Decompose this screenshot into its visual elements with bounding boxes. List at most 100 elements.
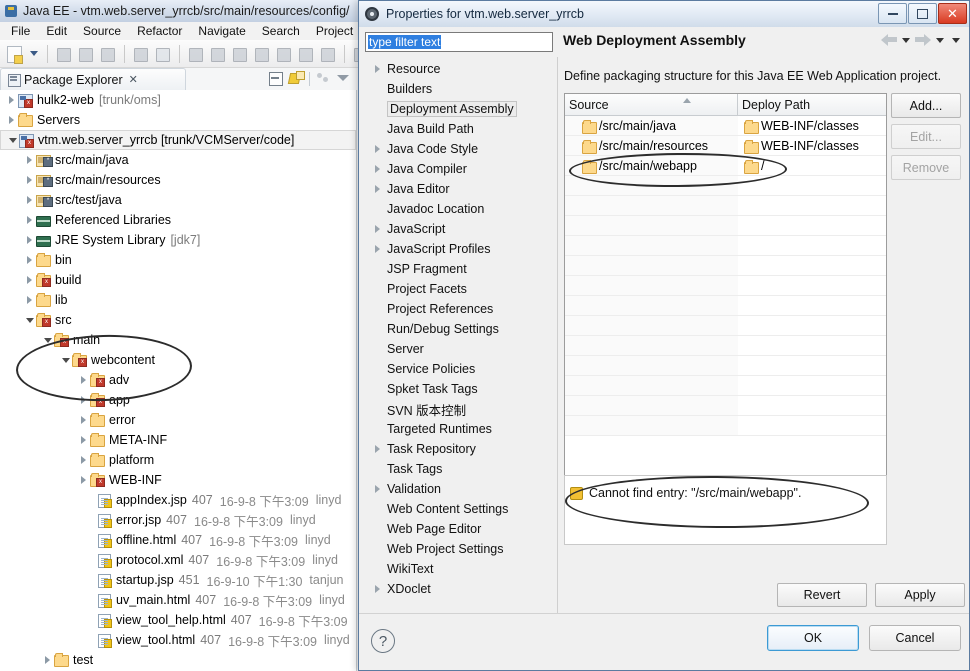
- settings-tree-item[interactable]: Deployment Assembly: [365, 99, 553, 119]
- tree-row[interactable]: META-INF: [0, 430, 356, 450]
- expand-arrow-closed-icon[interactable]: [78, 436, 89, 444]
- tree-row[interactable]: * src/main/java: [0, 150, 356, 170]
- collapse-all-icon[interactable]: [267, 70, 284, 87]
- table-row-empty[interactable]: [565, 356, 886, 376]
- tree-row[interactable]: x build: [0, 270, 356, 290]
- tree-row[interactable]: Servers: [0, 110, 356, 130]
- settings-tree-item[interactable]: Run/Debug Settings: [365, 319, 553, 339]
- save-icon[interactable]: [53, 44, 73, 64]
- cancel-button[interactable]: Cancel: [869, 625, 961, 651]
- expand-arrow-closed-icon[interactable]: [375, 165, 387, 173]
- apply-button-row[interactable]: Revert Apply: [561, 583, 965, 615]
- expand-arrow-closed-icon[interactable]: [78, 456, 89, 464]
- table-row-empty[interactable]: [565, 216, 886, 236]
- page-menu-icon[interactable]: [952, 37, 960, 43]
- table-row-empty[interactable]: [565, 396, 886, 416]
- settings-tree-item[interactable]: Project Facets: [365, 279, 553, 299]
- menu-item-edit[interactable]: Edit: [38, 24, 75, 38]
- table-row-empty[interactable]: [565, 296, 886, 316]
- tab-package-explorer[interactable]: Package Explorer ✕: [0, 68, 186, 90]
- file-row[interactable]: view_tool.html 407 16-9-8 下午3:09 linyd: [0, 630, 356, 650]
- assembly-table-header[interactable]: Source Deploy Path: [565, 94, 886, 116]
- tree-row[interactable]: bin: [0, 250, 356, 270]
- back-dropdown-icon[interactable]: [902, 37, 910, 43]
- expand-arrow-closed-icon[interactable]: [375, 65, 387, 73]
- cell-deploy-path[interactable]: WEB-INF/classes: [738, 136, 886, 156]
- apply-button[interactable]: Apply: [875, 583, 965, 607]
- expand-arrow-closed-icon[interactable]: [6, 116, 17, 124]
- tree-row[interactable]: * src/test/java: [0, 190, 356, 210]
- table-row-empty[interactable]: [565, 196, 886, 216]
- new-wizard-icon[interactable]: [4, 44, 24, 64]
- settings-tree-rows[interactable]: Resource Builders Deployment Assembly Java …: [365, 59, 553, 599]
- file-row[interactable]: uv_main.html 407 16-9-8 下午3:09 linyd: [0, 590, 356, 610]
- tree-row[interactable]: test: [0, 650, 356, 670]
- table-row[interactable]: /src/main/java WEB-INF/classes: [565, 116, 886, 136]
- save-all-icon[interactable]: [75, 44, 95, 64]
- revert-button[interactable]: Revert: [777, 583, 867, 607]
- expand-arrow-closed-icon[interactable]: [24, 236, 35, 244]
- settings-tree-item[interactable]: Targeted Runtimes: [365, 419, 553, 439]
- expand-arrow-open-icon[interactable]: [24, 317, 35, 323]
- table-row-empty[interactable]: [565, 256, 886, 276]
- settings-tree-item[interactable]: Java Compiler: [365, 159, 553, 179]
- expand-arrow-closed-icon[interactable]: [24, 256, 35, 264]
- file-rows-container[interactable]: appIndex.jsp 407 16-9-8 下午3:09 linyd error.j…: [0, 490, 356, 650]
- maximize-button[interactable]: [908, 3, 937, 24]
- expand-arrow-closed-icon[interactable]: [6, 96, 17, 104]
- table-row-empty[interactable]: [565, 416, 886, 436]
- window-buttons[interactable]: ✕: [878, 3, 967, 24]
- menu-item-navigate[interactable]: Navigate: [190, 24, 253, 38]
- tree-row[interactable]: x main: [0, 330, 356, 350]
- step-over-icon[interactable]: [295, 44, 315, 64]
- cell-source[interactable]: /src/main/resources: [565, 136, 738, 156]
- expand-arrow-open-icon[interactable]: [42, 337, 53, 343]
- expand-arrow-closed-icon[interactable]: [24, 156, 35, 164]
- menu-item-source[interactable]: Source: [75, 24, 129, 38]
- skip-breakpoints-icon[interactable]: [152, 44, 172, 64]
- settings-tree-item[interactable]: XDoclet: [365, 579, 553, 599]
- file-row[interactable]: view_tool_help.html 407 16-9-8 下午3:09: [0, 610, 356, 630]
- table-row-empty[interactable]: [565, 376, 886, 396]
- tree-row[interactable]: platform: [0, 450, 356, 470]
- column-header-deploy-path[interactable]: Deploy Path: [738, 94, 886, 115]
- forward-dropdown-icon[interactable]: [936, 37, 944, 43]
- step-return-icon[interactable]: [317, 44, 337, 64]
- file-row[interactable]: appIndex.jsp 407 16-9-8 下午3:09 linyd: [0, 490, 356, 510]
- expand-arrow-closed-icon[interactable]: [78, 476, 89, 484]
- settings-tree-item[interactable]: Task Tags: [365, 459, 553, 479]
- package-explorer-tree[interactable]: x hulk2-web [trunk/oms] Servers x vtm.web.ser…: [0, 90, 357, 671]
- minimize-icon[interactable]: [335, 70, 352, 87]
- table-row-empty[interactable]: [565, 276, 886, 296]
- expand-arrow-closed-icon[interactable]: [42, 656, 53, 664]
- tree-row[interactable]: x src: [0, 310, 356, 330]
- expand-arrow-closed-icon[interactable]: [24, 296, 35, 304]
- forward-arrow-icon[interactable]: [915, 33, 931, 47]
- tree-row[interactable]: Referenced Libraries: [0, 210, 356, 230]
- file-row[interactable]: startup.jsp 451 16-9-10 下午1:30 tanjun: [0, 570, 356, 590]
- settings-tree-item[interactable]: Java Code Style: [365, 139, 553, 159]
- stop-icon[interactable]: [229, 44, 249, 64]
- settings-tree-item[interactable]: Task Repository: [365, 439, 553, 459]
- tree-row[interactable]: x webcontent: [0, 350, 356, 370]
- tree-row[interactable]: x app: [0, 390, 356, 410]
- settings-tree-item[interactable]: Validation: [365, 479, 553, 499]
- assembly-table-body[interactable]: /src/main/java WEB-INF/classes/src/main/r…: [565, 116, 886, 436]
- expand-arrow-closed-icon[interactable]: [78, 396, 89, 404]
- page-nav-buttons[interactable]: [881, 33, 963, 47]
- settings-tree-item[interactable]: Java Build Path: [365, 119, 553, 139]
- expand-arrow-closed-icon[interactable]: [375, 245, 387, 253]
- file-row[interactable]: offline.html 407 16-9-8 下午3:09 linyd: [0, 530, 356, 550]
- filter-input[interactable]: type filter text: [365, 32, 553, 52]
- settings-tree-item[interactable]: JavaScript Profiles: [365, 239, 553, 259]
- back-arrow-icon[interactable]: [881, 33, 897, 47]
- settings-tree-item[interactable]: Builders: [365, 79, 553, 99]
- table-row[interactable]: /src/main/resources WEB-INF/classes: [565, 136, 886, 156]
- toggle-numbers-icon[interactable]: [130, 44, 150, 64]
- assembly-table[interactable]: Source Deploy Path /src/main/java WEB-INF…: [564, 93, 887, 525]
- expand-arrow-closed-icon[interactable]: [375, 485, 387, 493]
- table-row-empty[interactable]: [565, 336, 886, 356]
- menu-item-file[interactable]: File: [3, 24, 38, 38]
- settings-tree[interactable]: Resource Builders Deployment Assembly Java …: [365, 59, 553, 611]
- settings-tree-item[interactable]: JavaScript: [365, 219, 553, 239]
